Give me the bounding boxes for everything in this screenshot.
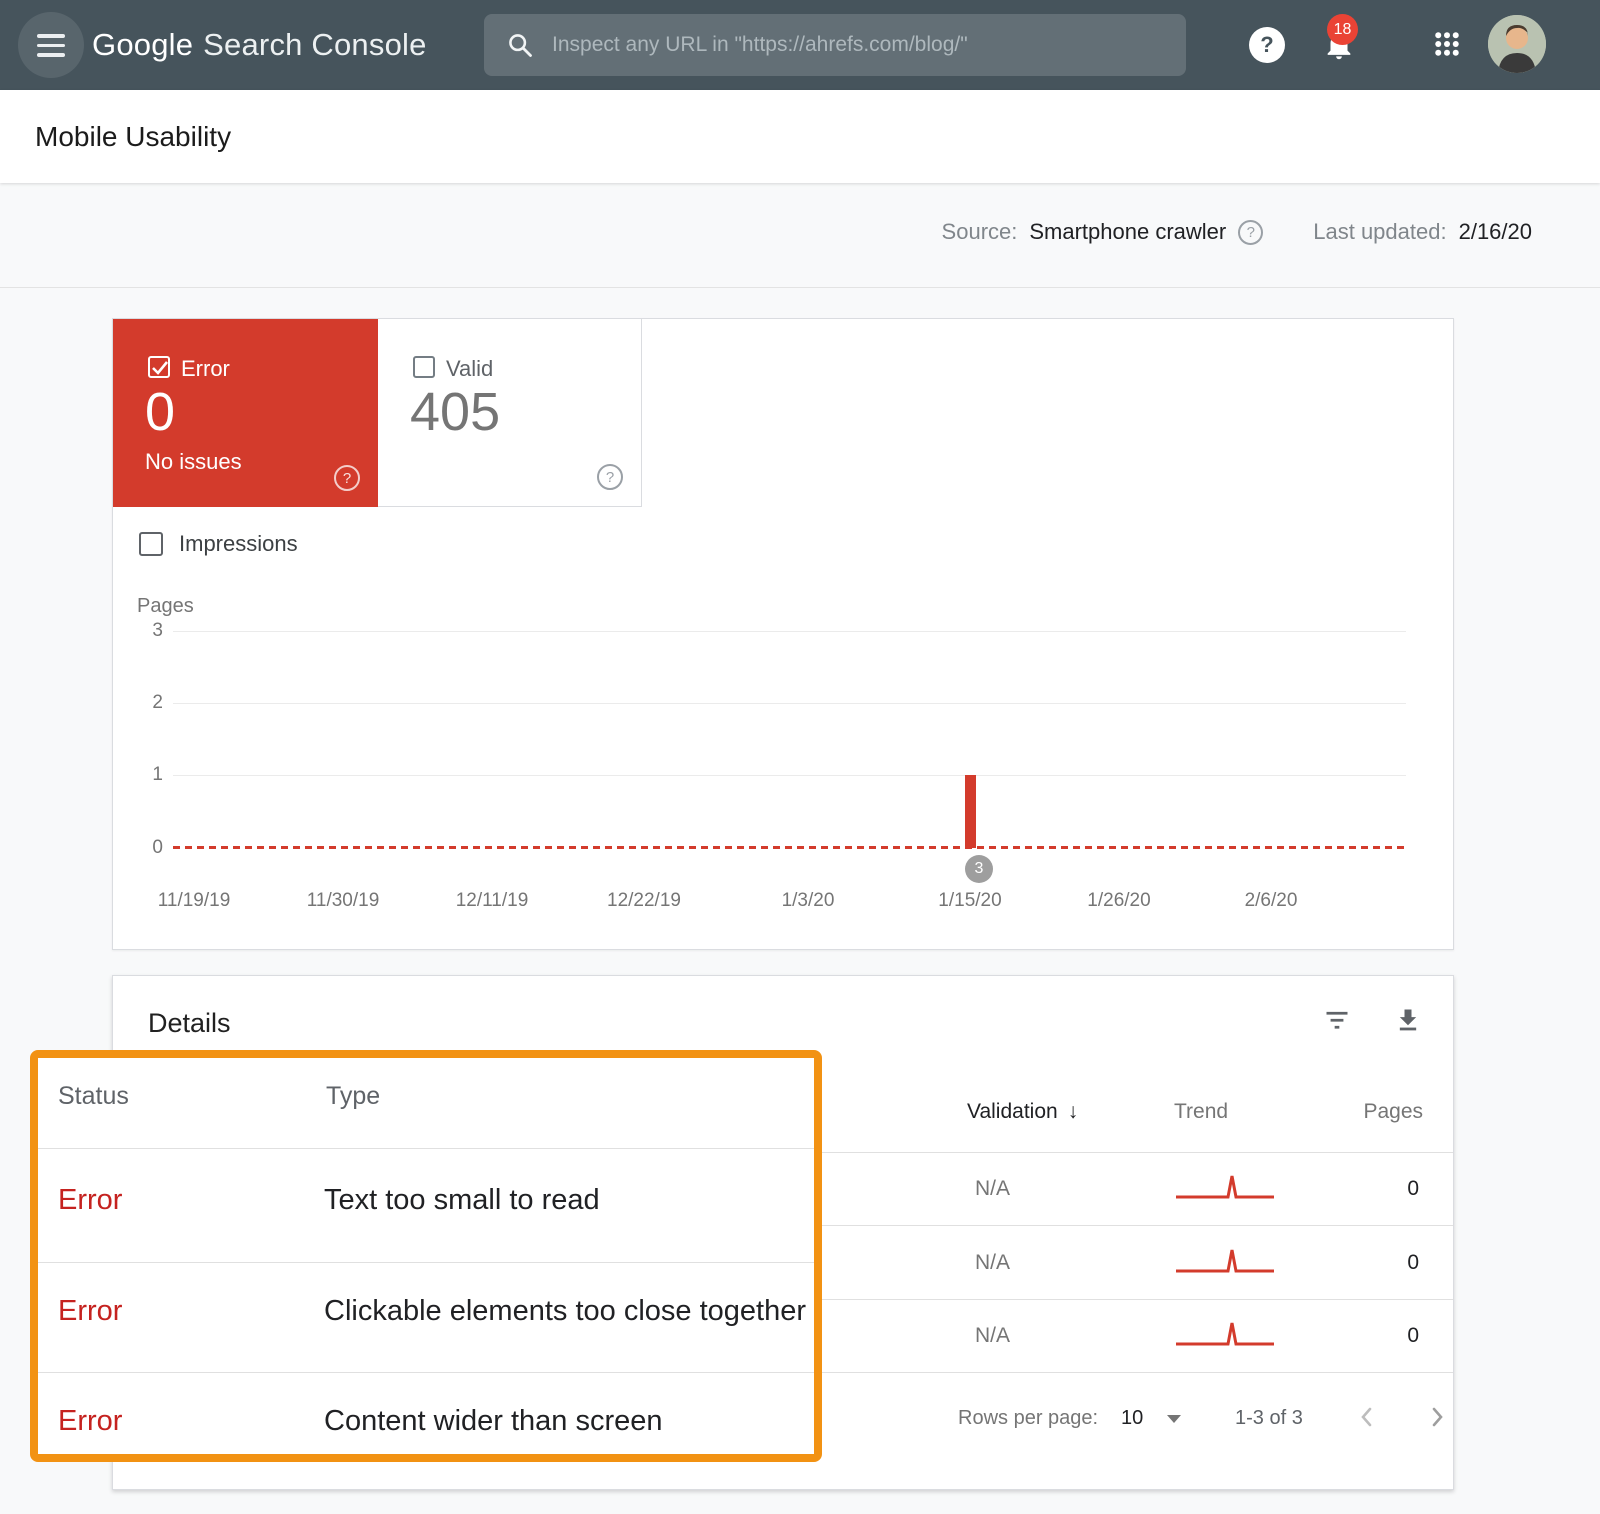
x-tick: 1/26/20 <box>1087 890 1150 912</box>
series-baseline-dashed <box>173 846 1406 849</box>
page-title-bar: Mobile Usability <box>0 90 1600 183</box>
google-apps-grid-icon[interactable] <box>1432 29 1462 59</box>
overlay-divider <box>38 1148 814 1149</box>
pages-cell: 0 <box>1407 1324 1419 1348</box>
error-tile-help-icon[interactable]: ? <box>334 465 360 491</box>
gridline <box>173 775 1406 776</box>
valid-summary-tile[interactable]: Valid 405 ? <box>378 319 642 507</box>
url-inspect-searchbox[interactable] <box>484 14 1186 76</box>
valid-tile-label: Valid <box>446 356 493 382</box>
x-tick: 12/22/19 <box>607 890 681 912</box>
y-axis-label: Pages <box>137 595 194 618</box>
y-tick: 1 <box>123 764 163 786</box>
overlay-header-status: Status <box>58 1082 129 1111</box>
source-label: Source: <box>942 219 1018 245</box>
next-page-chevron-icon[interactable] <box>1425 1406 1447 1428</box>
rows-per-page-label: Rows per page: <box>958 1407 1098 1430</box>
pages-cell: 0 <box>1407 1177 1419 1201</box>
logo-product: Search Console <box>203 27 426 63</box>
checkmark-icon <box>149 357 171 379</box>
search-input[interactable] <box>552 33 1164 57</box>
valid-tile-help-icon[interactable]: ? <box>597 464 623 490</box>
mobile-usability-page: Google Search Console ? 18 <box>0 0 1600 1514</box>
content-divider <box>0 287 1600 288</box>
trend-sparkline <box>1176 1174 1274 1202</box>
valid-tile-value: 405 <box>410 381 500 443</box>
previous-page-chevron-icon[interactable] <box>1357 1406 1379 1428</box>
logo-google: Google <box>92 27 193 63</box>
error-tile-value: 0 <box>145 381 175 443</box>
error-spike-bar[interactable] <box>965 775 976 848</box>
x-tick: 2/6/20 <box>1245 890 1298 912</box>
overlay-divider <box>38 1262 814 1263</box>
source-value: Smartphone crawler <box>1029 219 1226 245</box>
app-logo[interactable]: Google Search Console <box>92 0 427 90</box>
x-tick: 1/3/20 <box>782 890 835 912</box>
rows-per-page-value[interactable]: 10 <box>1121 1407 1143 1430</box>
notification-count-badge: 18 <box>1327 14 1358 45</box>
error-summary-tile[interactable]: Error 0 No issues ? <box>113 319 378 507</box>
issue-type-label: Text too small to read <box>324 1184 600 1217</box>
error-tile-subtitle: No issues <box>145 449 242 475</box>
y-tick: 3 <box>123 620 163 642</box>
column-header-trend: Trend <box>1174 1100 1228 1124</box>
impressions-toggle[interactable]: Impressions <box>139 531 298 557</box>
page-title: Mobile Usability <box>35 121 231 153</box>
overlay-divider <box>38 1372 814 1373</box>
x-tick: 11/30/19 <box>307 890 380 912</box>
chart-annotation-marker[interactable]: 3 <box>965 855 993 883</box>
pages-cell: 0 <box>1407 1251 1419 1275</box>
column-header-pages: Pages <box>1363 1100 1423 1124</box>
status-error-label: Error <box>58 1295 122 1328</box>
validation-cell: N/A <box>975 1324 1010 1348</box>
filter-icon[interactable] <box>1323 1006 1351 1034</box>
avatar[interactable] <box>1488 15 1546 73</box>
gridline <box>173 703 1406 704</box>
issue-type-label: Clickable elements too close together <box>324 1295 806 1328</box>
rows-per-page-dropdown-icon[interactable] <box>1167 1415 1181 1423</box>
validation-cell: N/A <box>975 1251 1010 1275</box>
avatar-photo <box>1488 15 1546 73</box>
gridline <box>173 631 1406 632</box>
help-button[interactable]: ? <box>1249 27 1285 63</box>
x-tick: 12/11/19 <box>456 890 529 912</box>
download-icon[interactable] <box>1394 1006 1422 1034</box>
search-icon <box>506 31 534 59</box>
overlay-header-type: Type <box>326 1082 380 1111</box>
error-checkbox-checked[interactable] <box>148 356 170 378</box>
source-help-icon[interactable]: ? <box>1238 220 1263 245</box>
last-updated-label: Last updated: <box>1313 219 1446 245</box>
y-tick: 2 <box>123 692 163 714</box>
hamburger-icon <box>37 34 65 57</box>
issue-type-label: Content wider than screen <box>324 1405 663 1438</box>
impressions-checkbox[interactable] <box>139 532 163 556</box>
validation-cell: N/A <box>975 1177 1010 1201</box>
details-title: Details <box>148 1008 231 1039</box>
status-error-label: Error <box>58 1184 122 1217</box>
y-tick: 0 <box>123 837 163 859</box>
validation-header-label: Validation <box>967 1100 1058 1123</box>
top-app-bar: Google Search Console ? 18 <box>0 0 1600 90</box>
error-tile-label: Error <box>181 356 230 382</box>
trend-sparkline <box>1176 1248 1274 1276</box>
status-error-label: Error <box>58 1405 122 1438</box>
sort-descending-icon: ↓ <box>1068 1100 1079 1123</box>
last-updated-value: 2/16/20 <box>1459 219 1532 245</box>
trend-sparkline <box>1176 1321 1274 1349</box>
pagination-range: 1-3 of 3 <box>1235 1407 1303 1430</box>
valid-checkbox-unchecked[interactable] <box>413 356 435 378</box>
impressions-label: Impressions <box>179 531 298 557</box>
column-header-validation[interactable]: Validation ↓ <box>967 1100 1078 1124</box>
hamburger-menu-button[interactable] <box>18 12 84 78</box>
report-meta-row: Source: Smartphone crawler ? Last update… <box>942 219 1532 245</box>
highlight-annotation-box: Status Type Error Text too small to read… <box>30 1050 822 1462</box>
x-tick: 1/15/20 <box>938 890 1001 912</box>
x-tick: 11/19/19 <box>158 890 231 912</box>
chart-card: Error 0 No issues ? Valid 405 ? Impressi… <box>112 318 1454 950</box>
